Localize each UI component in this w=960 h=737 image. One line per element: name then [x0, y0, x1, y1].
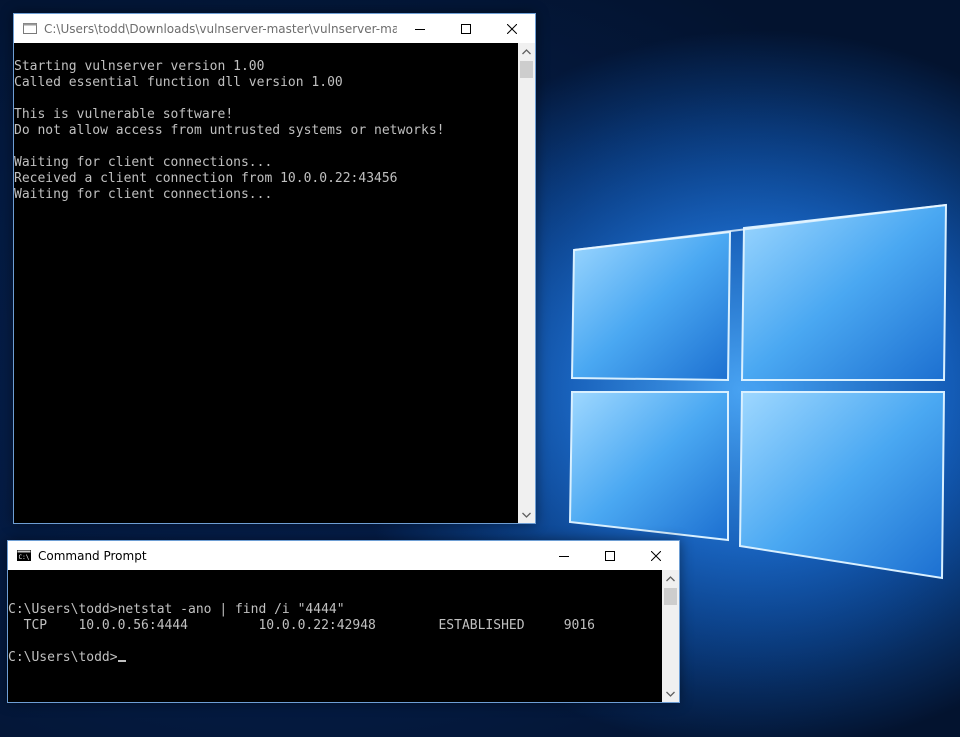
minimize-icon [415, 28, 425, 30]
console-line: Received a client connection from 10.0.0… [14, 171, 398, 186]
scroll-down-button[interactable] [662, 685, 679, 702]
console-line: Do not allow access from untrusted syste… [14, 123, 445, 138]
console-line: Waiting for client connections... [14, 187, 273, 202]
maximize-button[interactable] [443, 14, 489, 43]
maximize-icon [461, 23, 471, 34]
maximize-button[interactable] [587, 541, 633, 570]
command-prompt-title: Command Prompt [38, 548, 147, 563]
command-prompt-output[interactable]: C:\Users\todd>netstat -ano | find /i "44… [8, 586, 662, 702]
vulnserver-titlebar[interactable]: C:\Users\todd\Downloads\vulnserver-maste… [14, 14, 535, 43]
close-button[interactable] [489, 14, 535, 43]
close-icon [651, 550, 661, 561]
vulnserver-scrollbar[interactable] [518, 43, 535, 523]
console-app-icon [23, 23, 37, 34]
svg-text:C:\: C:\ [19, 554, 30, 561]
scroll-up-button[interactable] [662, 570, 679, 587]
vulnserver-window-title: C:\Users\todd\Downloads\vulnserver-maste… [44, 21, 397, 36]
scroll-down-button[interactable] [518, 506, 535, 523]
minimize-icon [559, 555, 569, 557]
console-line: Waiting for client connections... [14, 155, 273, 170]
scroll-thumb[interactable] [520, 61, 533, 78]
scroll-thumb[interactable] [664, 588, 677, 605]
console-line: Called essential function dll version 1.… [14, 75, 343, 90]
chevron-up-icon [522, 48, 531, 54]
text-cursor [117, 660, 126, 662]
command-prompt-scrollbar[interactable] [662, 570, 679, 702]
command-prompt-titlebar[interactable]: C:\ Command Prompt [8, 541, 679, 570]
prompt-line[interactable]: C:\Users\todd> [8, 650, 662, 666]
console-line: C:\Users\todd>netstat -ano | find /i "44… [8, 602, 345, 617]
scroll-up-button[interactable] [518, 43, 535, 60]
vulnserver-console-output[interactable]: Starting vulnserver version 1.00 Called e… [14, 43, 518, 523]
vulnserver-console-window[interactable]: C:\Users\todd\Downloads\vulnserver-maste… [13, 13, 536, 524]
chevron-down-icon [522, 512, 531, 518]
console-line: This is vulnerable software! [14, 107, 234, 122]
console-line: Starting vulnserver version 1.00 [14, 59, 265, 74]
close-button[interactable] [633, 541, 679, 570]
close-icon [507, 23, 517, 34]
prompt-text: C:\Users\todd> [8, 650, 118, 665]
chevron-down-icon [666, 691, 675, 697]
maximize-icon [605, 550, 615, 561]
chevron-up-icon [666, 575, 675, 581]
minimize-button[interactable] [541, 541, 587, 570]
command-prompt-window[interactable]: C:\ Command Prompt C:\Users\todd>netstat… [7, 540, 680, 703]
console-line: TCP 10.0.0.56:4444 10.0.0.22:42948 ESTAB… [8, 618, 595, 633]
minimize-button[interactable] [397, 14, 443, 43]
cmd-icon: C:\ [17, 550, 31, 561]
